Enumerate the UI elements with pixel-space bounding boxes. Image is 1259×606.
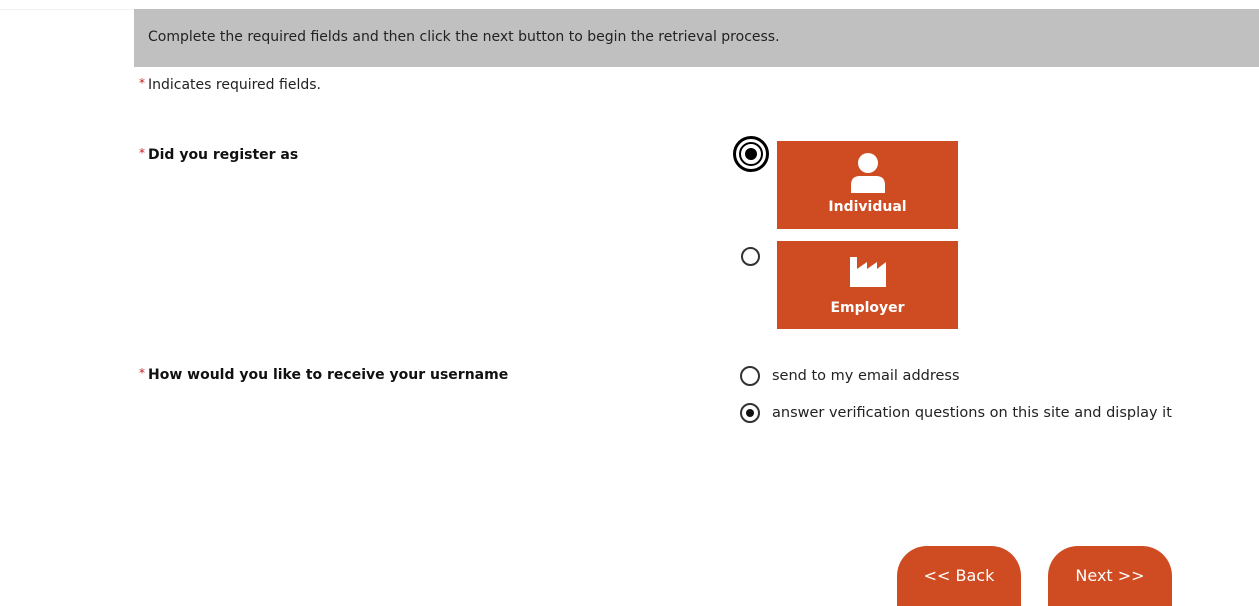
- email-option-label[interactable]: send to my email address: [772, 368, 960, 384]
- required-marker: *: [139, 366, 145, 380]
- verification-questions-label[interactable]: answer verification questions on this si…: [772, 405, 1172, 421]
- verification-questions-radio[interactable]: [740, 403, 760, 423]
- email-radio[interactable]: [740, 366, 760, 386]
- individual-option-tile[interactable]: Individual: [777, 141, 958, 229]
- register-as-label: Did you register as: [148, 147, 299, 163]
- next-button[interactable]: Next >>: [1048, 546, 1172, 606]
- verification-questions-option[interactable]: answer verification questions on this si…: [740, 402, 1172, 424]
- individual-label: Individual: [828, 199, 907, 215]
- employer-radio[interactable]: [741, 247, 760, 266]
- employer-label: Employer: [830, 300, 905, 316]
- receive-username-label: How would you like to receive your usern…: [148, 367, 509, 383]
- retrieve-username-page: Complete the required fields and then cl…: [0, 0, 1259, 606]
- register-as-question: * Did you register as: [139, 146, 299, 163]
- required-marker: *: [139, 146, 145, 160]
- back-button[interactable]: << Back: [897, 546, 1021, 606]
- required-fields-note: * Indicates required fields.: [139, 76, 321, 93]
- receive-username-question: * How would you like to receive your user…: [139, 366, 509, 383]
- instruction-banner: Complete the required fields and then cl…: [134, 9, 1259, 67]
- employer-option-tile[interactable]: Employer: [777, 241, 958, 329]
- factory-icon: [849, 257, 886, 287]
- required-note-text: Indicates required fields.: [148, 77, 321, 93]
- required-marker: *: [139, 76, 145, 90]
- instruction-text: Complete the required fields and then cl…: [148, 29, 780, 45]
- person-icon: [850, 153, 885, 193]
- email-option[interactable]: send to my email address: [740, 365, 960, 387]
- individual-radio[interactable]: [733, 136, 769, 172]
